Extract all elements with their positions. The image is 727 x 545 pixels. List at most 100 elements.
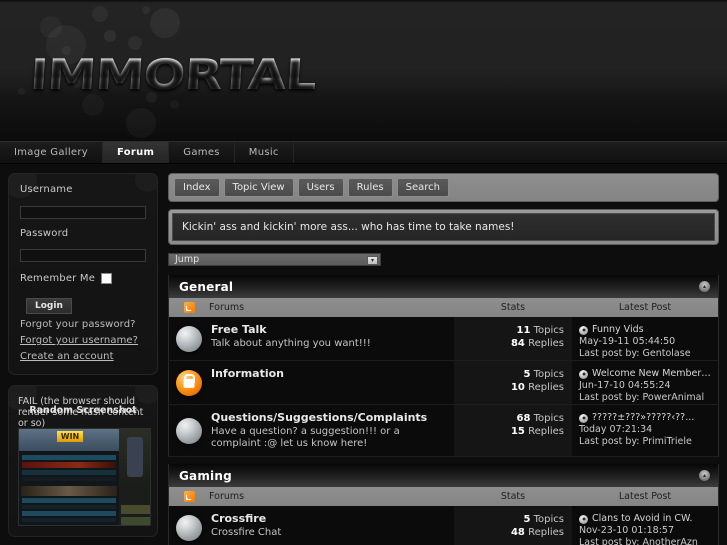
forum-status-icon-cell (169, 405, 209, 456)
post-bullet-icon (579, 514, 588, 524)
bokeh-circle (18, 88, 25, 95)
forum-stats: 11 Topics 84 Replies (454, 317, 572, 360)
nav-item-image-gallery[interactable]: Image Gallery (0, 142, 104, 163)
forgot-username-link[interactable]: Forgot your username? (20, 335, 146, 346)
collapse-icon[interactable]: ▴ (699, 470, 710, 481)
column-header-stats: Stats (500, 302, 526, 313)
latest-post-title[interactable]: Funny Vids (592, 324, 644, 336)
category-header[interactable]: General ▴ (168, 275, 719, 298)
forum-title[interactable]: Questions/Suggestions/Complaints (211, 411, 448, 424)
latest-post-title-row[interactable]: Funny Vids (579, 324, 714, 336)
forum-replies-label: Replies (528, 338, 564, 349)
forum-title[interactable]: Information (211, 367, 448, 380)
tab-search[interactable]: Search (396, 178, 449, 197)
forum-stats: 68 Topics 15 Replies (454, 405, 572, 456)
forum-sphere-icon (176, 514, 202, 541)
forum-topics: 5 Topics (454, 513, 564, 526)
password-label: Password (20, 227, 69, 239)
collapse-icon[interactable]: ▴ (699, 281, 710, 292)
bokeh-circle (128, 36, 142, 50)
nav-item-music[interactable]: Music (235, 142, 294, 163)
latest-post-title[interactable]: Welcome New Members!!! (592, 368, 714, 380)
category-gaming: Gaming ▴ Forums Stats Latest Post Crossf… (168, 464, 719, 545)
latest-post-date: Today 07:21:34 (579, 424, 653, 435)
site-logo[interactable]: IMMORTAL (29, 50, 318, 99)
main-navigation: Image Gallery Forum Games Music (0, 141, 727, 164)
forum-replies: 84 Replies (454, 337, 564, 350)
rss-icon-cell[interactable] (169, 302, 209, 313)
column-header-forums: Forums (209, 491, 245, 502)
screenshot-row (22, 470, 116, 475)
forum-row[interactable]: Information 5 Topics 10 Replies Welcome … (168, 361, 719, 405)
forum-latest-post: Welcome New Members!!! Jun-17-10 04:55:2… (572, 361, 718, 404)
rss-icon[interactable] (183, 302, 195, 313)
forum-topics-count: 5 (523, 369, 531, 380)
random-screenshot-image[interactable]: WIN (18, 428, 151, 526)
password-input[interactable] (20, 249, 146, 262)
tab-users[interactable]: Users (297, 178, 344, 197)
lock-icon (183, 378, 195, 388)
tab-index[interactable]: Index (174, 178, 220, 197)
bokeh-circle (40, 16, 62, 38)
rss-icon[interactable] (183, 491, 195, 502)
create-account-link[interactable]: Create an account (20, 351, 146, 362)
category-header[interactable]: Gaming ▴ (168, 464, 719, 487)
forum-topics-count: 11 (516, 325, 531, 336)
screenshot-row (22, 511, 116, 516)
random-screenshot-panel: FAIL (the browser should render some fla… (8, 385, 158, 537)
forum-status-icon-cell (169, 506, 209, 545)
forum-replies-count: 84 (510, 338, 525, 349)
forum-info: Information (209, 361, 454, 404)
forum-replies-count: 10 (510, 382, 525, 393)
forum-topics: 68 Topics (454, 412, 564, 425)
forum-topics-label: Topics (533, 325, 564, 336)
nav-item-forum[interactable]: Forum (103, 142, 170, 163)
latest-post-title[interactable]: Clans to Avoid in CW. (592, 513, 692, 525)
column-header-latest-post: Latest Post (618, 302, 672, 313)
nav-item-games[interactable]: Games (169, 142, 235, 163)
forum-title[interactable]: Free Talk (211, 323, 448, 336)
bokeh-circle (92, 6, 108, 22)
remember-me-checkbox[interactable] (101, 273, 113, 284)
bokeh-circle (104, 30, 116, 42)
site-header: IMMORTAL (0, 0, 727, 141)
forum-info: Crossfire Crossfire Chat (209, 506, 454, 545)
forum-row[interactable]: Questions/Suggestions/Complaints Have a … (168, 405, 719, 457)
column-header-latest-post: Latest Post (618, 491, 672, 502)
bokeh-circle (142, 6, 150, 14)
forum-tabbar: Index Topic View Users Rules Search (168, 173, 719, 202)
login-button[interactable]: Login (26, 298, 72, 314)
forum-sphere-icon (176, 417, 202, 444)
latest-post-title-row[interactable]: ?????±???»?????‹??... (579, 412, 714, 424)
screenshot-item (121, 517, 150, 525)
forum-description: Talk about anything you want!!! (211, 338, 371, 349)
forgot-password-link[interactable]: Forgot your password? (20, 319, 146, 330)
column-header-forums: Forums (209, 302, 245, 313)
tab-rules[interactable]: Rules (347, 178, 393, 197)
forum-row[interactable]: Free Talk Talk about anything you want!!… (168, 317, 719, 361)
chevron-down-icon[interactable]: ▾ (367, 256, 378, 265)
column-header-row: Forums Stats Latest Post (168, 487, 719, 506)
tagline-text: Kickin' ass and kickin' more ass... who … (172, 213, 715, 241)
random-screenshot-title: Random Screenshot (29, 405, 137, 416)
jump-select[interactable]: Jump ▾ (168, 253, 381, 266)
screenshot-banner-strip (21, 486, 117, 496)
screenshot-row (22, 498, 116, 503)
category-title: General (179, 279, 234, 294)
tab-topic-view[interactable]: Topic View (223, 178, 294, 197)
forum-topics-count: 5 (523, 514, 531, 525)
forum-replies-count: 15 (510, 426, 525, 437)
site-logo-text: IMMORTAL (29, 50, 339, 99)
forum-row[interactable]: Crossfire Crossfire Chat 5 Topics 48 Rep… (168, 506, 719, 545)
latest-post-title-row[interactable]: Clans to Avoid in CW. (579, 513, 714, 525)
screenshot-win-banner: WIN (57, 431, 83, 442)
latest-post-author: Last post by: AnotherAzn (579, 537, 698, 545)
latest-post-title[interactable]: ?????±???»?????‹??... (592, 412, 694, 424)
forum-description: Have a question? a suggestion!!! or a co… (211, 426, 400, 449)
username-input[interactable] (20, 205, 146, 219)
latest-post-title-row[interactable]: Welcome New Members!!! (579, 368, 714, 380)
forum-topics-label: Topics (533, 413, 564, 424)
rss-icon-cell[interactable] (169, 491, 209, 502)
forum-title[interactable]: Crossfire (211, 512, 448, 525)
category-title: Gaming (179, 468, 232, 483)
